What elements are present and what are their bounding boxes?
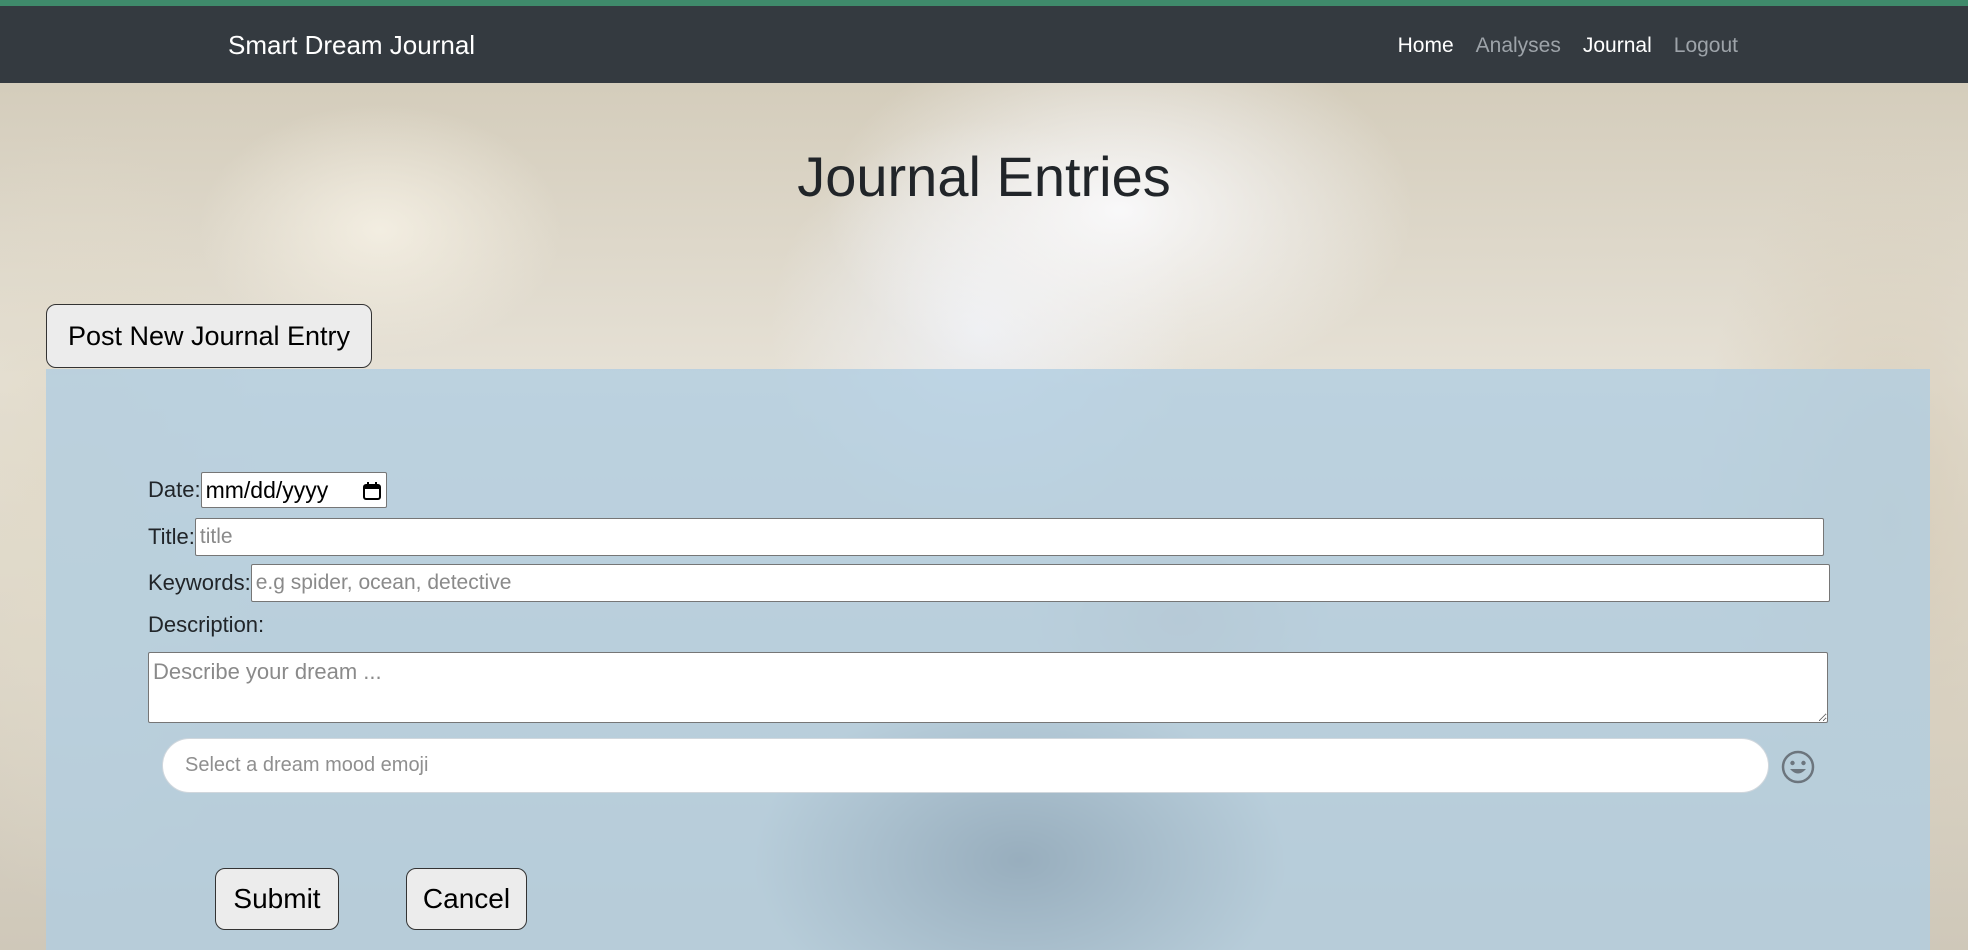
keywords-label: Keywords: — [148, 570, 251, 595]
date-row: Date: mm/dd/yyyy — [148, 472, 387, 508]
date-value: mm/dd/yyyy — [205, 476, 329, 503]
description-label: Description: — [148, 612, 265, 637]
nav-link-home[interactable]: Home — [1398, 34, 1454, 58]
nav-link-analyses[interactable]: Analyses — [1476, 34, 1561, 58]
cancel-button[interactable]: Cancel — [406, 868, 527, 930]
nav-link-logout[interactable]: Logout — [1674, 34, 1738, 58]
nav-link-journal[interactable]: Journal — [1583, 34, 1652, 58]
title-row: Title: — [148, 518, 1824, 556]
description-row: Description: — [148, 612, 264, 638]
date-label: Date: — [148, 477, 201, 502]
brand-title[interactable]: Smart Dream Journal — [228, 30, 475, 61]
smiley-icon[interactable] — [1780, 749, 1816, 785]
submit-button[interactable]: Submit — [215, 868, 339, 930]
keywords-input[interactable] — [250, 564, 1830, 602]
title-input[interactable] — [194, 518, 1824, 556]
date-input[interactable]: mm/dd/yyyy — [200, 472, 387, 508]
navbar: Smart Dream Journal Home Analyses Journa… — [0, 6, 1968, 83]
description-textarea[interactable] — [148, 652, 1828, 723]
post-new-entry-button[interactable]: Post New Journal Entry — [46, 304, 372, 368]
page-title: Journal Entries — [797, 145, 1171, 208]
mood-emoji-input[interactable] — [162, 738, 1769, 793]
calendar-icon[interactable] — [362, 480, 382, 500]
nav-links: Home Analyses Journal Logout — [1376, 34, 1738, 58]
keywords-row: Keywords: — [148, 564, 1830, 602]
title-label: Title: — [148, 524, 195, 549]
